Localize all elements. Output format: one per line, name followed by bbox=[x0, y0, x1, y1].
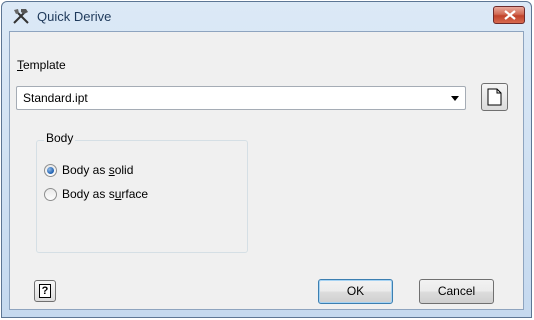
dialog-window: Quick Derive Template Standard.ipt Body … bbox=[1, 1, 532, 318]
radio-button-selected[interactable] bbox=[44, 164, 57, 177]
close-button[interactable] bbox=[493, 6, 525, 24]
help-button[interactable]: ? bbox=[34, 280, 56, 302]
radio-button-unselected[interactable] bbox=[44, 188, 57, 201]
new-document-icon bbox=[487, 88, 502, 106]
dialog-content: Template Standard.ipt Body Body as solid… bbox=[9, 31, 524, 310]
close-icon bbox=[504, 10, 516, 20]
chevron-down-icon[interactable] bbox=[451, 96, 459, 101]
template-label: Template bbox=[17, 58, 66, 72]
template-dropdown-value: Standard.ipt bbox=[23, 91, 88, 105]
help-icon: ? bbox=[39, 284, 51, 298]
ok-button[interactable]: OK bbox=[318, 279, 393, 304]
new-template-button[interactable] bbox=[481, 83, 508, 111]
template-dropdown[interactable]: Standard.ipt bbox=[16, 86, 466, 110]
title-bar[interactable]: Quick Derive bbox=[2, 2, 531, 30]
cancel-button[interactable]: Cancel bbox=[419, 279, 494, 304]
window-title: Quick Derive bbox=[37, 9, 112, 24]
body-as-surface-label: Body as surface bbox=[62, 187, 149, 201]
body-as-solid-label: Body as solid bbox=[62, 163, 134, 177]
derive-tools-icon bbox=[12, 7, 30, 25]
body-group-title: Body bbox=[44, 131, 76, 145]
